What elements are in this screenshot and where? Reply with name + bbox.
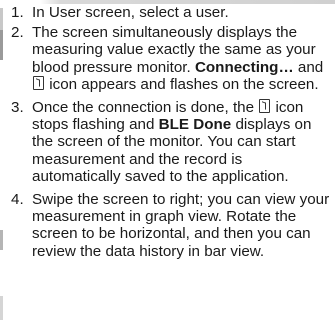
bluetooth-device-icon [259,99,271,114]
step-text: In User screen, select a user. [32,4,229,21]
page-edge-shadow [0,296,3,320]
step-text: Swipe the screen to right; you can view … [32,191,330,260]
page-edge-shadow [0,30,3,60]
step-number: 4. [11,191,24,209]
page-edge-shadow [0,8,3,30]
page-edge-shadow [0,230,3,250]
instruction-steps: 1. In User screen, select a user. 2. The… [6,4,332,264]
ble-done-status-text: BLE Done [158,116,232,134]
connecting-status-text: Connecting… [194,58,294,76]
step-4: 4. Swipe the screen to right; you can vi… [6,191,332,260]
step-3: 3. Once the connection is done, the icon… [6,99,332,185]
step-text: Once the connection is done, the [32,99,259,117]
step-text: and [293,58,324,76]
step-number: 1. [11,4,24,21]
step-2: 2. The screen simultaneously displays th… [6,24,332,93]
bluetooth-device-icon [33,75,44,90]
step-text: icon appears and flashes on the screen. [45,75,319,93]
step-1: 1. In User screen, select a user. [6,4,332,21]
step-number: 3. [11,99,24,117]
step-number: 2. [11,24,24,42]
